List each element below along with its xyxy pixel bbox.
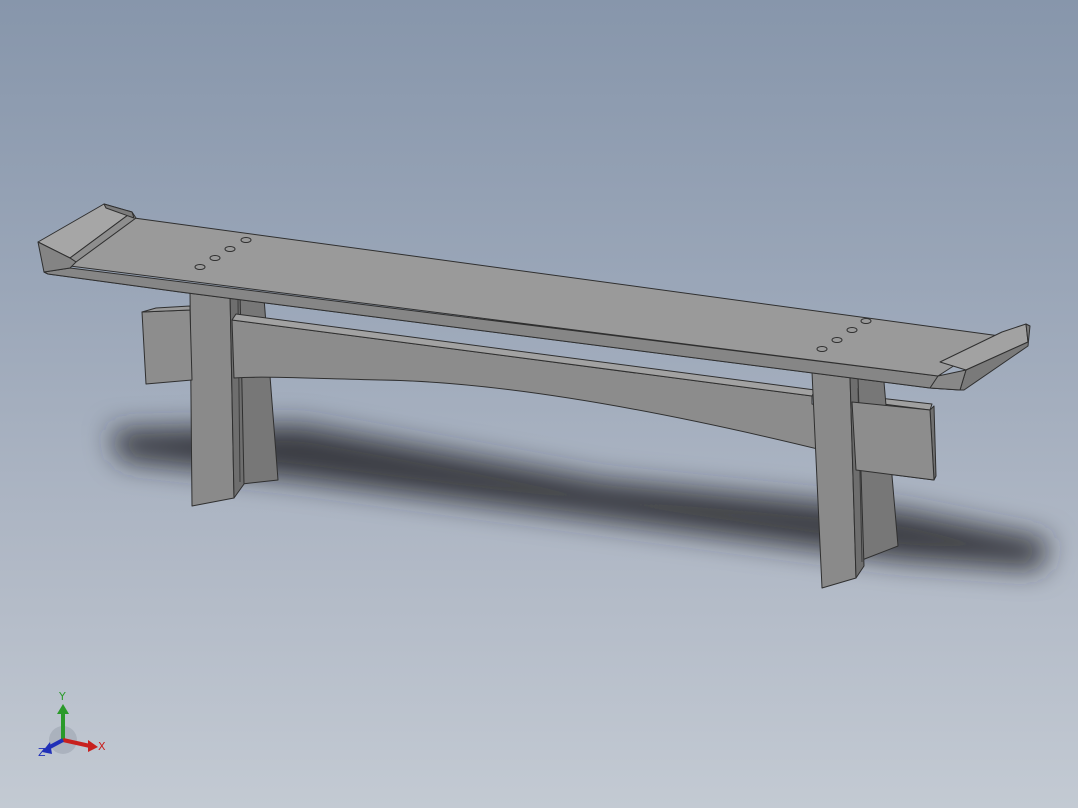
stretcher-left-tenon xyxy=(141,309,193,385)
triad-z-label: Z xyxy=(38,746,46,759)
right-leg-front xyxy=(811,371,857,589)
triad-y-label: Y xyxy=(58,690,66,703)
reference-triad[interactable]: Y X Z xyxy=(30,684,120,768)
graphics-viewport[interactable]: Y X Z xyxy=(0,0,1078,808)
left-leg-front xyxy=(189,289,235,507)
triad-x-label: X xyxy=(98,740,106,753)
model-view[interactable] xyxy=(0,0,1078,808)
